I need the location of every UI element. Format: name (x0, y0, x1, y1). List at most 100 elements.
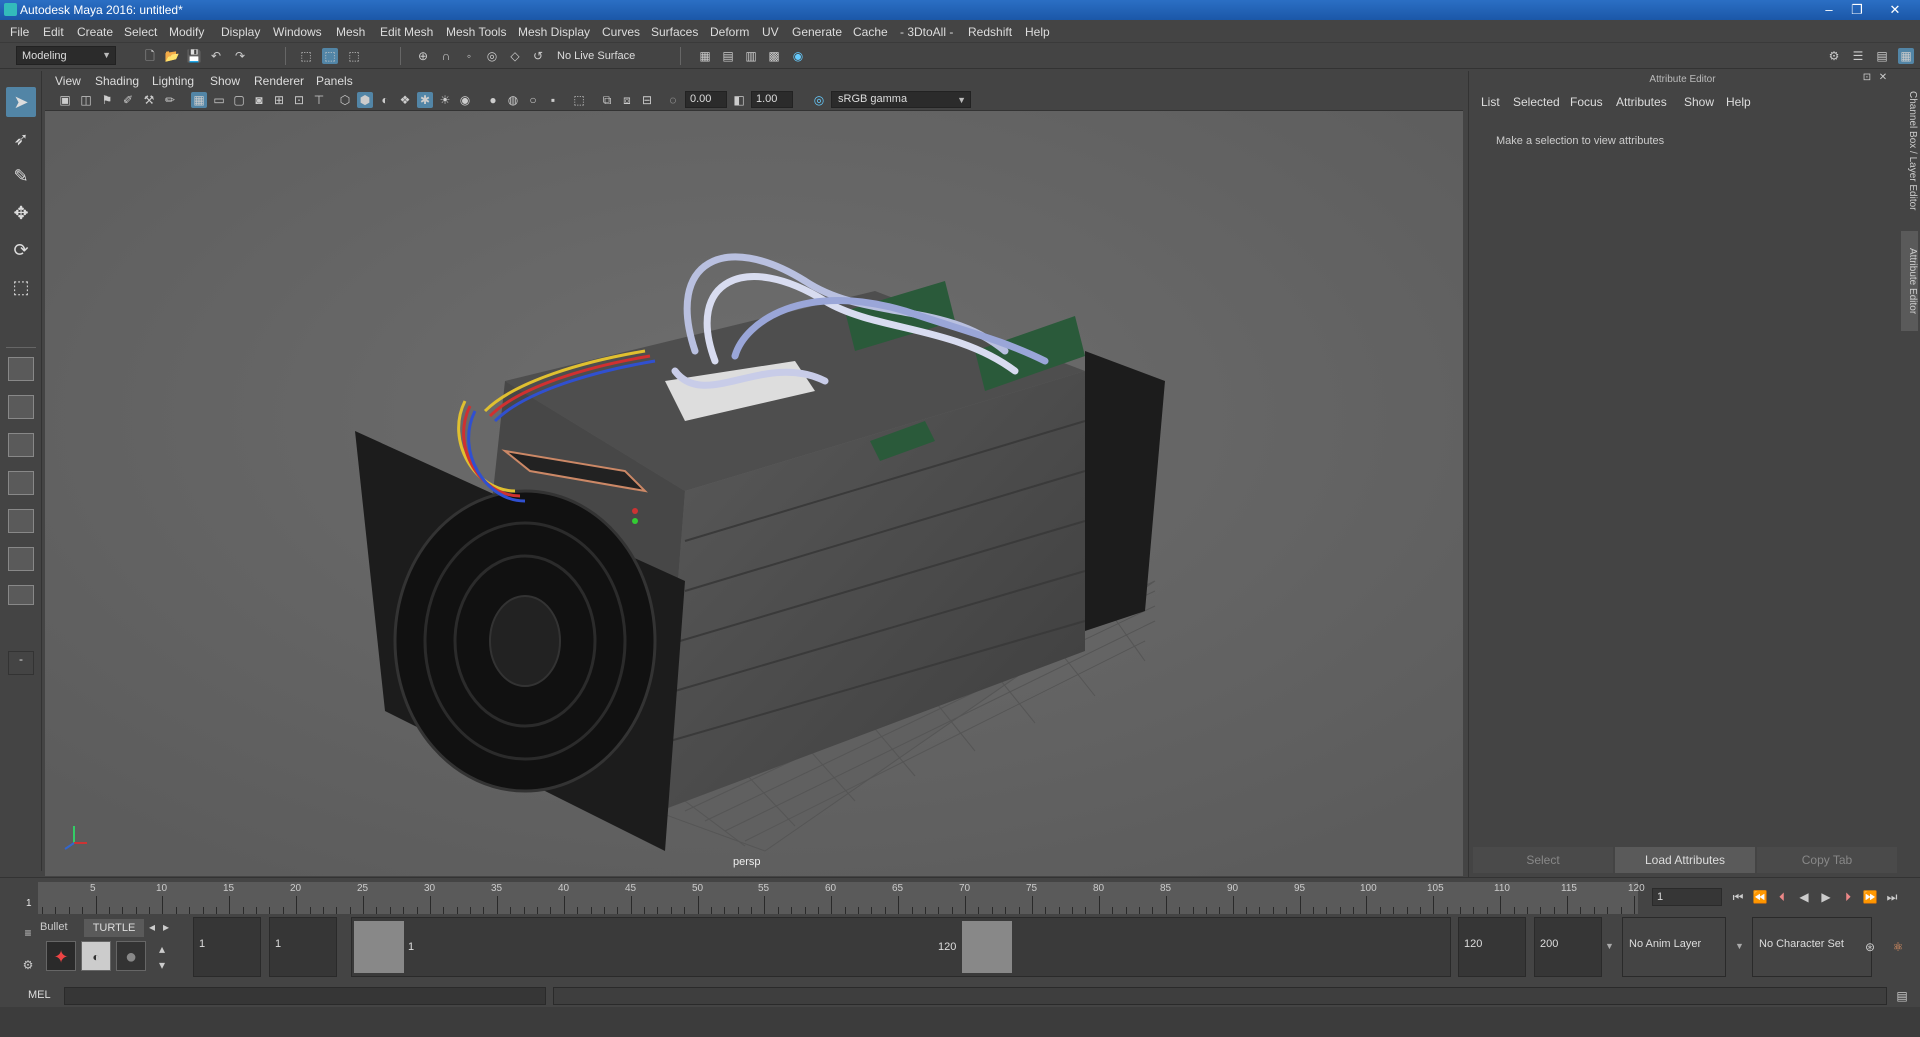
menu-3dtoall[interactable]: - 3DtoAll - (900, 25, 953, 39)
menu-modify[interactable]: Modify (169, 25, 204, 39)
motion-blur-icon[interactable]: ● (485, 92, 501, 108)
grease-pencil-icon[interactable]: ✏ (162, 92, 178, 108)
menu-edit[interactable]: Edit (43, 25, 64, 39)
snap-surface-icon[interactable]: ◇ (507, 48, 523, 64)
menu-uv[interactable]: UV (762, 25, 779, 39)
multisample-aa-icon[interactable]: ◍ (505, 92, 521, 108)
shelf-up-icon[interactable]: ▴ (154, 941, 170, 957)
select-tool-icon[interactable]: ➤ (6, 87, 36, 117)
ae-menu-show[interactable]: Show (1684, 95, 1714, 109)
hud-icon[interactable]: ⊟ (639, 92, 655, 108)
wireframe-icon[interactable]: ⬡ (337, 92, 353, 108)
select-by-object-icon[interactable]: ⬚ (322, 48, 338, 64)
paint-select-tool-icon[interactable]: ✎ (6, 161, 36, 191)
image-plane-icon[interactable]: ✐ (120, 92, 136, 108)
shelf-settings-icon[interactable]: ⚙ (20, 957, 36, 973)
float-panel-icon[interactable]: ⊡ (1861, 72, 1873, 84)
vp-menu-panels[interactable]: Panels (316, 74, 353, 88)
attribute-editor-tab[interactable]: Attribute Editor (1901, 231, 1918, 331)
end-time-field[interactable]: 200 (1534, 917, 1602, 977)
script-editor-icon[interactable]: ▤ (1894, 988, 1910, 1004)
start-time-field[interactable]: 1 (193, 917, 261, 977)
xray-components-icon[interactable]: ⧈ (619, 92, 635, 108)
live-surface-field[interactable]: No Live Surface (552, 47, 646, 65)
range-start-handle[interactable] (354, 921, 404, 973)
range-end-handle[interactable] (962, 921, 1012, 973)
field-chart-icon[interactable]: ⊞ (271, 92, 287, 108)
copy-tab-button[interactable]: Copy Tab (1757, 847, 1897, 873)
step-forward-key-icon[interactable]: ⏩ (1862, 889, 1878, 905)
snap-grid-icon[interactable]: ⊕ (415, 48, 431, 64)
time-slider[interactable]: 5 10 15 20 25 30 35 40 45 50 55 60 65 70 75 80 85 90 95 100… (0, 877, 1920, 917)
command-input[interactable] (64, 987, 546, 1005)
shelf-down-icon[interactable]: ▾ (154, 957, 170, 973)
select-by-component-icon[interactable]: ⬚ (346, 48, 362, 64)
step-back-key-icon[interactable]: ⏪ (1752, 889, 1768, 905)
mode-dropdown[interactable]: Modeling ▼ (16, 46, 116, 65)
menu-help[interactable]: Help (1025, 25, 1050, 39)
playback-start-field[interactable]: 1 (269, 917, 337, 977)
menu-mesh-tools[interactable]: Mesh Tools (446, 25, 506, 39)
tool-settings-icon[interactable]: ▤ (1874, 48, 1890, 64)
depth-of-field-icon[interactable]: ○ (525, 92, 541, 108)
close-button[interactable]: ✕ (1882, 1, 1908, 18)
turtle-render-icon[interactable]: ✦ (46, 941, 76, 971)
menu-edit-mesh[interactable]: Edit Mesh (380, 25, 433, 39)
colorspace-dropdown[interactable]: sRGB gamma ▼ (831, 91, 971, 108)
ae-menu-focus[interactable]: Focus (1570, 95, 1603, 109)
ae-menu-selected[interactable]: Selected (1513, 95, 1560, 109)
redo-icon[interactable]: ↷ (232, 48, 248, 64)
xray-icon[interactable]: ▪ (545, 92, 561, 108)
vp-menu-lighting[interactable]: Lighting (152, 74, 194, 88)
menu-display[interactable]: Display (221, 25, 260, 39)
channel-box-icon[interactable]: ▦ (1898, 48, 1914, 64)
snap-edge-icon[interactable]: ↺ (530, 48, 546, 64)
menu-create[interactable]: Create (77, 25, 113, 39)
hypershade-layout-icon[interactable] (8, 509, 34, 533)
menu-mesh-display[interactable]: Mesh Display (518, 25, 590, 39)
grid-toggle-icon[interactable]: ▦ (191, 92, 207, 108)
new-scene-icon[interactable]: 🗋 (142, 48, 158, 64)
default-material-icon[interactable]: ◐ (377, 92, 393, 108)
go-to-start-icon[interactable]: ⏮ (1730, 889, 1746, 905)
outliner-layout-icon[interactable] (8, 585, 34, 605)
vp-menu-show[interactable]: Show (210, 74, 240, 88)
hypershade-icon[interactable]: ◉ (790, 48, 806, 64)
move-tool-icon[interactable]: ✥ (6, 198, 36, 228)
persp-uv-layout-icon[interactable] (8, 547, 34, 571)
snap-curve-icon[interactable]: ∩ (438, 48, 454, 64)
menu-surfaces[interactable]: Surfaces (651, 25, 698, 39)
snap-view-icon[interactable]: ◎ (484, 48, 500, 64)
menu-windows[interactable]: Windows (273, 25, 322, 39)
vp-menu-view[interactable]: View (55, 74, 81, 88)
turtle-bake-icon[interactable]: ◐ (81, 941, 111, 971)
current-frame-field[interactable]: 1 (1652, 888, 1722, 906)
exposure-field[interactable]: 0.00 (685, 91, 727, 108)
menu-generate[interactable]: Generate (792, 25, 842, 39)
four-view-layout-icon[interactable] (8, 395, 34, 419)
resolution-gate-icon[interactable]: ▢ (231, 92, 247, 108)
scale-tool-icon[interactable]: ⬚ (6, 272, 36, 302)
rotate-tool-icon[interactable]: ⟳ (6, 235, 36, 265)
smooth-shade-icon[interactable]: ⬢ (357, 92, 373, 108)
select-button[interactable]: Select (1473, 847, 1613, 873)
minimize-button[interactable]: – (1816, 1, 1842, 18)
menu-curves[interactable]: Curves (602, 25, 640, 39)
menu-file[interactable]: File (10, 25, 29, 39)
camera-attributes-icon[interactable]: ◫ (78, 92, 94, 108)
persp-graph-layout-icon[interactable] (8, 471, 34, 495)
turtle-sphere-icon[interactable]: ● (116, 941, 146, 971)
time-ruler[interactable]: 5 10 15 20 25 30 35 40 45 50 55 60 65 70 75 80 85 90 95 100… (38, 882, 1645, 914)
lighting-icon[interactable]: ✱ (417, 92, 433, 108)
safe-title-icon[interactable]: ⊤ (311, 92, 327, 108)
close-panel-icon[interactable]: ✕ (1877, 72, 1889, 84)
select-by-hierarchy-icon[interactable]: ⬚ (298, 48, 314, 64)
gamma-field[interactable]: 1.00 (751, 91, 793, 108)
shelf-menu-icon[interactable]: ≡ (20, 925, 36, 941)
xray-joints-icon[interactable]: ⧉ (599, 92, 615, 108)
chevron-down-icon[interactable]: ▼ (1605, 941, 1614, 951)
playback-end-field[interactable]: 120 (1458, 917, 1526, 977)
single-perspective-layout-icon[interactable] (8, 357, 34, 381)
perspective-viewport[interactable]: persp (45, 111, 1463, 876)
lasso-tool-icon[interactable]: ➶ (6, 124, 36, 154)
